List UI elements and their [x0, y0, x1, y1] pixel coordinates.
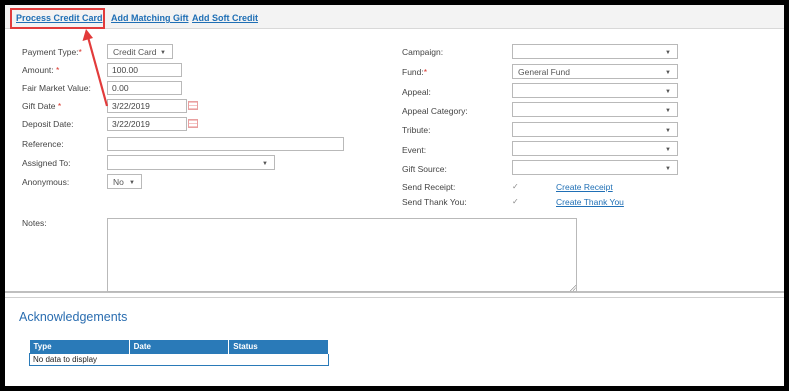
- gift-form: Payment Type:* Amount: * Fair Market Val…: [5, 30, 784, 293]
- deposit-date-label: Deposit Date:: [22, 119, 74, 129]
- chevron-down-icon: ▼: [665, 70, 671, 76]
- column-header-date[interactable]: Date: [129, 340, 230, 354]
- fair-market-value-label: Fair Market Value:: [22, 83, 91, 93]
- payment-type-select[interactable]: Credit Card ▼: [107, 44, 173, 59]
- reference-input[interactable]: [107, 137, 344, 151]
- chevron-down-icon: ▼: [665, 108, 671, 114]
- assigned-to-select[interactable]: ▼: [107, 155, 275, 170]
- appeal-select[interactable]: ▼: [512, 83, 678, 98]
- chevron-down-icon: ▼: [665, 128, 671, 134]
- process-credit-card-link[interactable]: Process Credit Card: [16, 13, 103, 23]
- send-receipt-label: Send Receipt:: [402, 182, 456, 192]
- tribute-select[interactable]: ▼: [512, 122, 678, 137]
- chevron-down-icon: ▼: [665, 147, 671, 153]
- action-link-bar: Process Credit Card Add Matching Gift Ad…: [5, 5, 784, 29]
- gift-entry-window: Process Credit Card Add Matching Gift Ad…: [5, 5, 784, 386]
- tribute-label: Tribute:: [402, 125, 431, 135]
- campaign-label: Campaign:: [402, 47, 444, 57]
- campaign-select[interactable]: ▼: [512, 44, 678, 59]
- calendar-icon[interactable]: [188, 119, 198, 128]
- notes-label: Notes:: [22, 218, 47, 228]
- send-thank-you-label: Send Thank You:: [402, 197, 467, 207]
- empty-table-message: No data to display: [29, 353, 329, 366]
- reference-label: Reference:: [22, 139, 64, 149]
- send-thank-you-checkbox[interactable]: ✓: [512, 197, 519, 206]
- fund-label: Fund:*: [402, 67, 428, 77]
- event-select[interactable]: ▼: [512, 141, 678, 156]
- acknowledgements-table: Type Date Status No data to display: [29, 340, 329, 366]
- gift-date-label: Gift Date *: [22, 101, 62, 111]
- acknowledgements-panel: Acknowledgements Type Date Status No dat…: [5, 297, 784, 386]
- anonymous-label: Anonymous:: [22, 177, 70, 187]
- column-header-type[interactable]: Type: [29, 340, 130, 354]
- fund-select[interactable]: General Fund ▼: [512, 64, 678, 79]
- payment-type-label: Payment Type:*: [22, 47, 82, 57]
- chevron-down-icon: ▼: [665, 166, 671, 172]
- appeal-category-select[interactable]: ▼: [512, 102, 678, 117]
- create-thank-you-link[interactable]: Create Thank You: [556, 197, 624, 207]
- gift-source-label: Gift Source:: [402, 164, 447, 174]
- amount-input[interactable]: 100.00: [107, 63, 182, 77]
- fair-market-value-input[interactable]: 0.00: [107, 81, 182, 95]
- table-row: No data to display: [29, 353, 329, 366]
- acknowledgements-title: Acknowledgements: [19, 310, 128, 324]
- amount-label: Amount: *: [22, 65, 60, 75]
- create-receipt-link[interactable]: Create Receipt: [556, 182, 613, 192]
- notes-textarea[interactable]: [107, 218, 577, 292]
- appeal-label: Appeal:: [402, 87, 431, 97]
- event-label: Event:: [402, 145, 427, 155]
- send-receipt-checkbox[interactable]: ✓: [512, 182, 519, 191]
- anonymous-select[interactable]: No ▼: [107, 174, 142, 189]
- chevron-down-icon: ▼: [129, 180, 135, 186]
- add-soft-credit-link[interactable]: Add Soft Credit: [192, 13, 258, 23]
- chevron-down-icon: ▼: [665, 50, 671, 56]
- column-header-status[interactable]: Status: [228, 340, 329, 354]
- add-matching-gift-link[interactable]: Add Matching Gift: [111, 13, 189, 23]
- appeal-category-label: Appeal Category:: [402, 106, 468, 116]
- chevron-down-icon: ▼: [160, 50, 166, 56]
- calendar-icon[interactable]: [188, 101, 198, 110]
- assigned-to-label: Assigned To:: [22, 158, 71, 168]
- chevron-down-icon: ▼: [262, 161, 268, 167]
- chevron-down-icon: ▼: [665, 89, 671, 95]
- deposit-date-input[interactable]: 3/22/2019: [107, 117, 187, 131]
- gift-source-select[interactable]: ▼: [512, 160, 678, 175]
- gift-date-input[interactable]: 3/22/2019: [107, 99, 187, 113]
